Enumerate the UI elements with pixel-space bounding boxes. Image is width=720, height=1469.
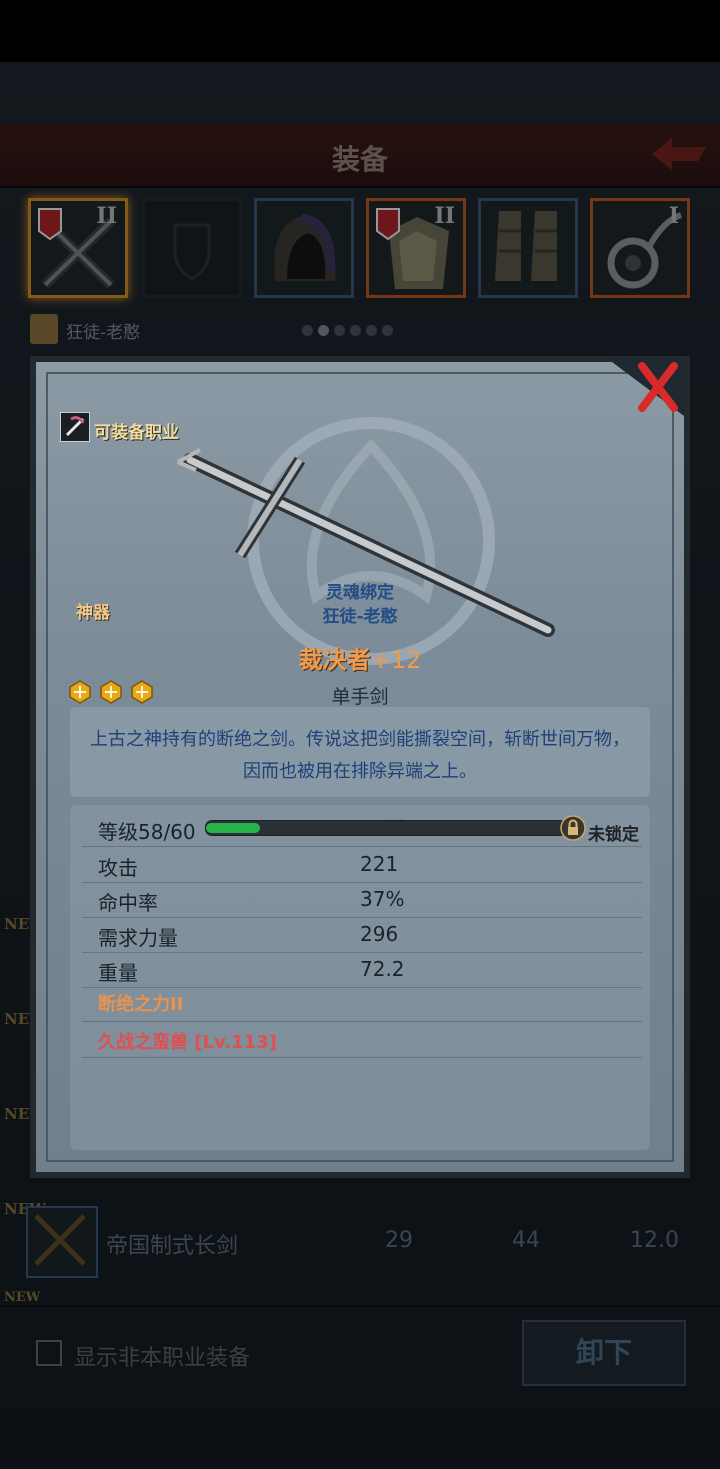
stat-row-accuracy: 命中率 37%	[82, 883, 642, 918]
class-icon	[60, 412, 90, 442]
lock-icon[interactable]	[560, 815, 586, 841]
soul-bound-label: 灵魂绑定	[326, 583, 394, 603]
level-progress-bar	[205, 820, 567, 836]
stat-row-weight: 重量 72.2	[82, 953, 642, 988]
item-name: 裁决者	[298, 646, 371, 674]
level-progress-fill	[206, 823, 260, 833]
close-icon[interactable]	[604, 356, 684, 416]
item-title: 裁决者+12	[0, 640, 720, 675]
stat-row-attack: 攻击 221	[82, 848, 642, 883]
stat-value: 296	[360, 922, 399, 946]
status-bar	[0, 0, 720, 62]
weapon-type: 单手剑	[331, 686, 389, 708]
stat-value: 37%	[360, 887, 405, 911]
skill-name: 断绝之力II	[98, 994, 184, 1015]
stat-label: 攻击	[98, 856, 138, 880]
pickaxe-icon	[65, 416, 85, 437]
level-label: 等级58/60	[98, 820, 196, 844]
skill-name: 久战之蛮兽 [Lv.113]	[98, 1032, 277, 1053]
stat-label: 需求力量	[98, 926, 178, 950]
item-description: 上古之神持有的断绝之剑。传说这把剑能撕裂空间，斩断世间万物，因而也被用在排除异端…	[90, 729, 630, 782]
equip-class-label: 可装备职业	[94, 423, 179, 443]
lock-status[interactable]: 未锁定	[588, 820, 639, 845]
stat-value: 221	[360, 852, 399, 876]
stat-row-strength: 需求力量 296	[82, 918, 642, 953]
stat-label: 命中率	[98, 891, 158, 915]
enhance-level: +12	[370, 646, 422, 674]
bound-owner-name: 狂徒-老憨	[322, 607, 398, 627]
stat-value: 72.2	[360, 957, 405, 981]
stat-label: 重量	[98, 961, 138, 985]
